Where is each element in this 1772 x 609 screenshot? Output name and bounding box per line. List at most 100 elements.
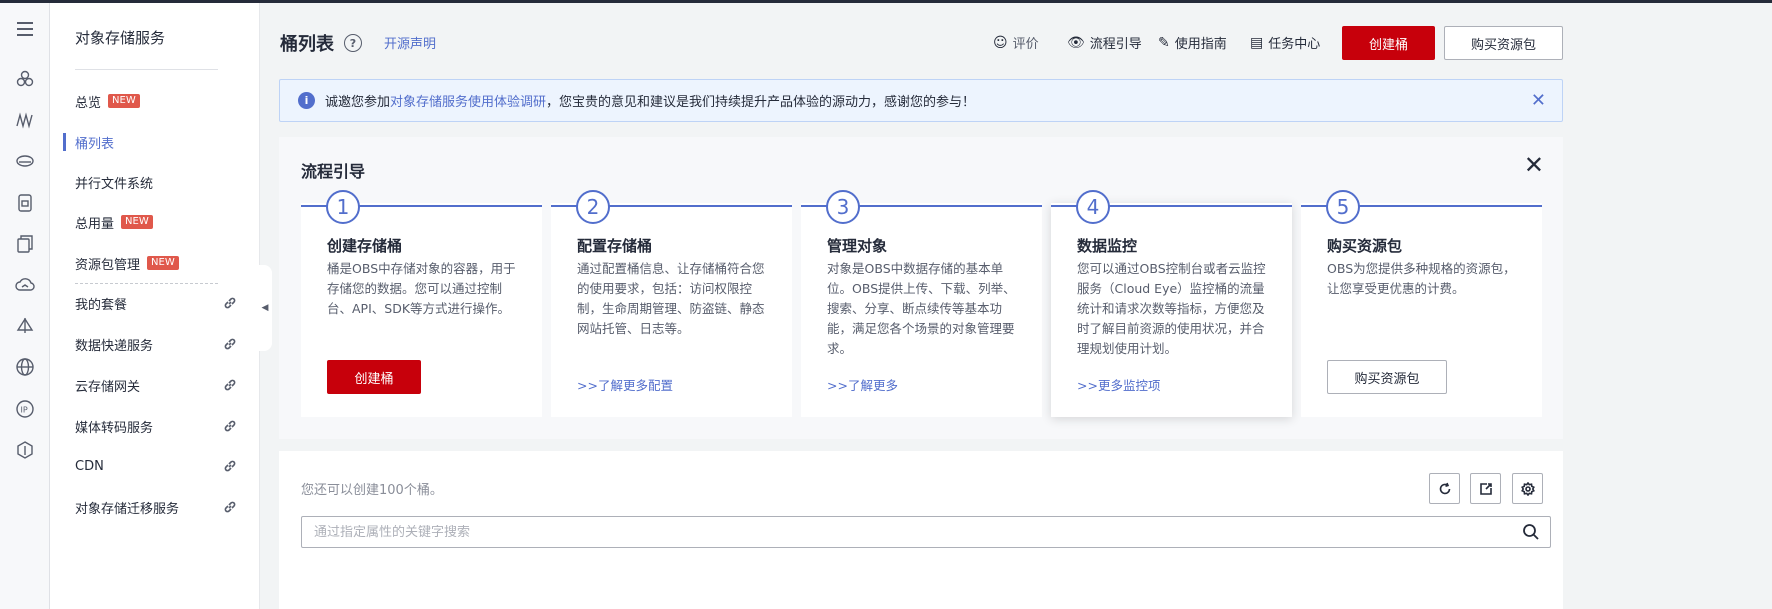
close-icon[interactable]: ✕	[1524, 151, 1544, 179]
disk-copy-icon[interactable]	[0, 226, 50, 262]
export-icon	[1479, 482, 1492, 495]
flow-step-1: 1 创建存储桶 桶是OBS中存储对象的容器，用于存储您的数据。您可以通过控制台、…	[301, 190, 542, 417]
sidebar-title: 对象存储服务	[75, 29, 166, 47]
sidebar-collapse-toggle[interactable]: ◀	[258, 265, 272, 351]
sidebar-item-label: 对象存储迁移服务	[75, 501, 180, 517]
settings-button[interactable]	[1512, 473, 1543, 504]
rate-link[interactable]: ☺ 评价	[993, 33, 1039, 53]
wave-chart-icon[interactable]	[0, 102, 50, 138]
user-guide-link[interactable]: ✎ 使用指南	[1158, 33, 1227, 53]
sidebar-item-media-transcode[interactable]: 媒体转码服务	[75, 412, 250, 440]
bucket-list-panel: 您还可以创建100个桶。	[279, 451, 1563, 609]
new-badge: NEW	[108, 94, 140, 108]
top-strip	[0, 0, 1772, 3]
menu-icon[interactable]	[0, 11, 50, 47]
refresh-icon	[1439, 482, 1450, 494]
sail-icon[interactable]	[0, 308, 50, 344]
sidebar-item-migration[interactable]: 对象存储迁移服务	[75, 493, 250, 521]
step-description: 您可以通过OBS控制台或者云监控服务（Cloud Eye）监控桶的流量统计和请求…	[1077, 261, 1266, 356]
external-link-icon	[223, 500, 237, 514]
storage-device-icon[interactable]	[0, 185, 50, 221]
bucket-search	[301, 516, 1551, 548]
cloud-storage-icon[interactable]	[0, 143, 50, 179]
sidebar-item-data-express[interactable]: 数据快递服务	[75, 330, 250, 358]
sidebar-item-storage-gateway[interactable]: 云存储网关	[75, 371, 250, 399]
sidebar-item-label: 总览	[75, 95, 102, 111]
info-icon: i	[298, 92, 315, 109]
survey-banner: i 诚邀您参加对象存储服务使用体验调研，您宝贵的意见和建议是我们持续提升产品体验…	[279, 79, 1563, 122]
refresh-button[interactable]	[1429, 473, 1460, 504]
export-button[interactable]	[1470, 473, 1501, 504]
create-bucket-button[interactable]: 创建桶	[1342, 26, 1435, 60]
cloud-cluster-icon[interactable]	[0, 61, 50, 97]
sidebar-item-label: 并行文件系统	[75, 176, 154, 192]
external-link-icon	[223, 419, 237, 433]
ip-icon[interactable]: IP	[0, 391, 50, 427]
step-description: 对象是OBS中数据存储的基本单位。OBS提供上传、下载、列举、搜索、分享、断点续…	[827, 261, 1016, 356]
rate-label: 评价	[1012, 37, 1039, 52]
service-icon-rail: IP	[0, 3, 50, 609]
sidebar-item-label: 我的套餐	[75, 297, 128, 313]
sidebar-item-label: 总用量	[75, 216, 115, 232]
external-link-icon	[223, 296, 237, 310]
hexagon-shield-icon[interactable]	[0, 432, 50, 468]
external-link-icon	[223, 459, 237, 473]
sidebar-item-total-usage[interactable]: 总用量 NEW	[75, 208, 250, 236]
sidebar-item-label: 资源包管理	[75, 257, 141, 273]
new-badge: NEW	[121, 215, 153, 229]
external-link-icon	[223, 337, 237, 351]
sidebar-item-package-mgmt[interactable]: 资源包管理 NEW	[75, 249, 250, 277]
sidebar-item-label: 数据快递服务	[75, 338, 154, 354]
new-badge: NEW	[147, 256, 179, 270]
sidebar-divider	[75, 69, 218, 70]
cloud-monitor-icon[interactable]	[0, 267, 50, 303]
learn-more-config-link[interactable]: >>了解更多配置	[577, 375, 673, 394]
sidebar-dashed-divider	[75, 283, 218, 284]
step-description: 通过配置桶信息、让存储桶符合您的使用要求，包括：访问权限控制，生命周期管理、防盗…	[577, 261, 765, 336]
flow-step-5: 5 购买资源包 OBS为您提供多种规格的资源包，让您享受更优惠的计费。 购买资源…	[1301, 190, 1542, 417]
help-icon[interactable]: ?	[344, 34, 362, 52]
edit-doc-icon: ✎	[1158, 34, 1170, 51]
buy-package-button[interactable]: 购买资源包	[1327, 360, 1447, 394]
task-center-link[interactable]: ▤ 任务中心	[1250, 33, 1321, 53]
clipboard-icon: ▤	[1250, 34, 1264, 51]
step-title: 创建存储桶	[327, 237, 403, 255]
bucket-quota-text: 您还可以创建100个桶。	[301, 483, 443, 498]
step-number: 4	[1076, 190, 1110, 224]
flow-guide-link[interactable]: 👁 流程引导	[1067, 33, 1142, 53]
step-description: 桶是OBS中存储对象的容器，用于存储您的数据。您可以通过控制台、API、SDK等…	[327, 261, 516, 316]
sidebar-item-label: 媒体转码服务	[75, 420, 154, 436]
task-center-label: 任务中心	[1268, 37, 1321, 52]
flow-step-3: 3 管理对象 对象是OBS中数据存储的基本单位。OBS提供上传、下载、列举、搜索…	[801, 190, 1042, 417]
active-indicator	[63, 133, 66, 151]
step-title: 配置存储桶	[577, 237, 653, 255]
search-input[interactable]	[314, 524, 1494, 540]
close-icon[interactable]: ✕	[1531, 90, 1546, 111]
step-title: 管理对象	[827, 237, 888, 255]
step-number: 3	[826, 190, 860, 224]
learn-more-link[interactable]: >>了解更多	[827, 375, 898, 394]
sidebar-item-cdn[interactable]: CDN	[75, 452, 250, 480]
step-title: 数据监控	[1077, 237, 1138, 255]
search-icon[interactable]	[1522, 523, 1540, 541]
sidebar-item-parallel-fs[interactable]: 并行文件系统	[75, 168, 250, 196]
flow-guide-label: 流程引导	[1089, 37, 1142, 52]
flow-guide-title: 流程引导	[301, 162, 366, 181]
sidebar: 对象存储服务 总览 NEW 桶列表 并行文件系统 总用量 NEW 资源包管理 N…	[50, 3, 260, 609]
create-bucket-button[interactable]: 创建桶	[327, 360, 421, 394]
more-monitor-link[interactable]: >>更多监控项	[1077, 375, 1160, 394]
sidebar-item-bucket-list[interactable]: 桶列表	[75, 128, 250, 156]
sidebar-item-my-plan[interactable]: 我的套餐	[75, 289, 250, 317]
sidebar-item-label: 桶列表	[75, 136, 115, 152]
globe-icon[interactable]	[0, 349, 50, 385]
buy-package-button[interactable]: 购买资源包	[1444, 26, 1563, 60]
survey-link[interactable]: 对象存储服务使用体验调研	[390, 95, 546, 110]
step-number: 2	[576, 190, 610, 224]
smile-icon: ☺	[993, 34, 1008, 51]
open-source-link[interactable]: 开源声明	[384, 33, 436, 52]
svg-text:IP: IP	[21, 406, 28, 415]
step-title: 购买资源包	[1327, 237, 1403, 255]
sidebar-item-overview[interactable]: 总览 NEW	[75, 87, 250, 115]
gear-icon	[1520, 481, 1535, 496]
step-number: 5	[1326, 190, 1360, 224]
